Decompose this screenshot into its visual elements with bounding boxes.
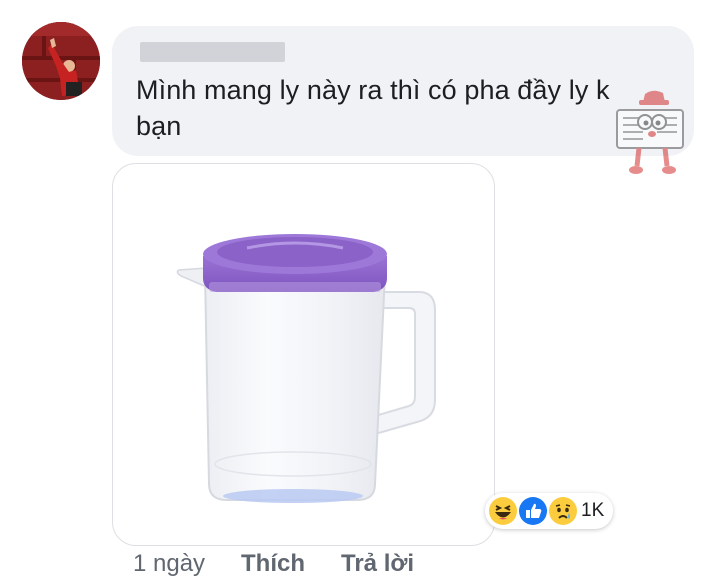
reply-button[interactable]: Trả lời	[341, 548, 414, 580]
avatar[interactable]	[22, 22, 100, 100]
like-button[interactable]: Thích	[241, 548, 305, 580]
author-name-redacted[interactable]	[140, 42, 285, 62]
comment-bubble: Mình mang ly này ra thì có pha đầy ly k …	[112, 26, 694, 174]
attachment-image[interactable]	[112, 163, 495, 546]
reaction-count: 1K	[581, 500, 605, 521]
haha-icon	[489, 497, 517, 525]
sad-icon	[549, 497, 577, 525]
like-icon	[519, 497, 547, 525]
comment-text: Mình mang ly này ra thì có pha đầy ly k …	[136, 75, 610, 141]
reactions-summary[interactable]: 1K	[485, 493, 613, 529]
pitcher-photo	[176, 234, 436, 503]
newspaper-mascot-watermark	[609, 88, 693, 178]
avatar-photo	[22, 22, 100, 100]
comment-timestamp[interactable]: 1 ngày	[133, 548, 205, 580]
